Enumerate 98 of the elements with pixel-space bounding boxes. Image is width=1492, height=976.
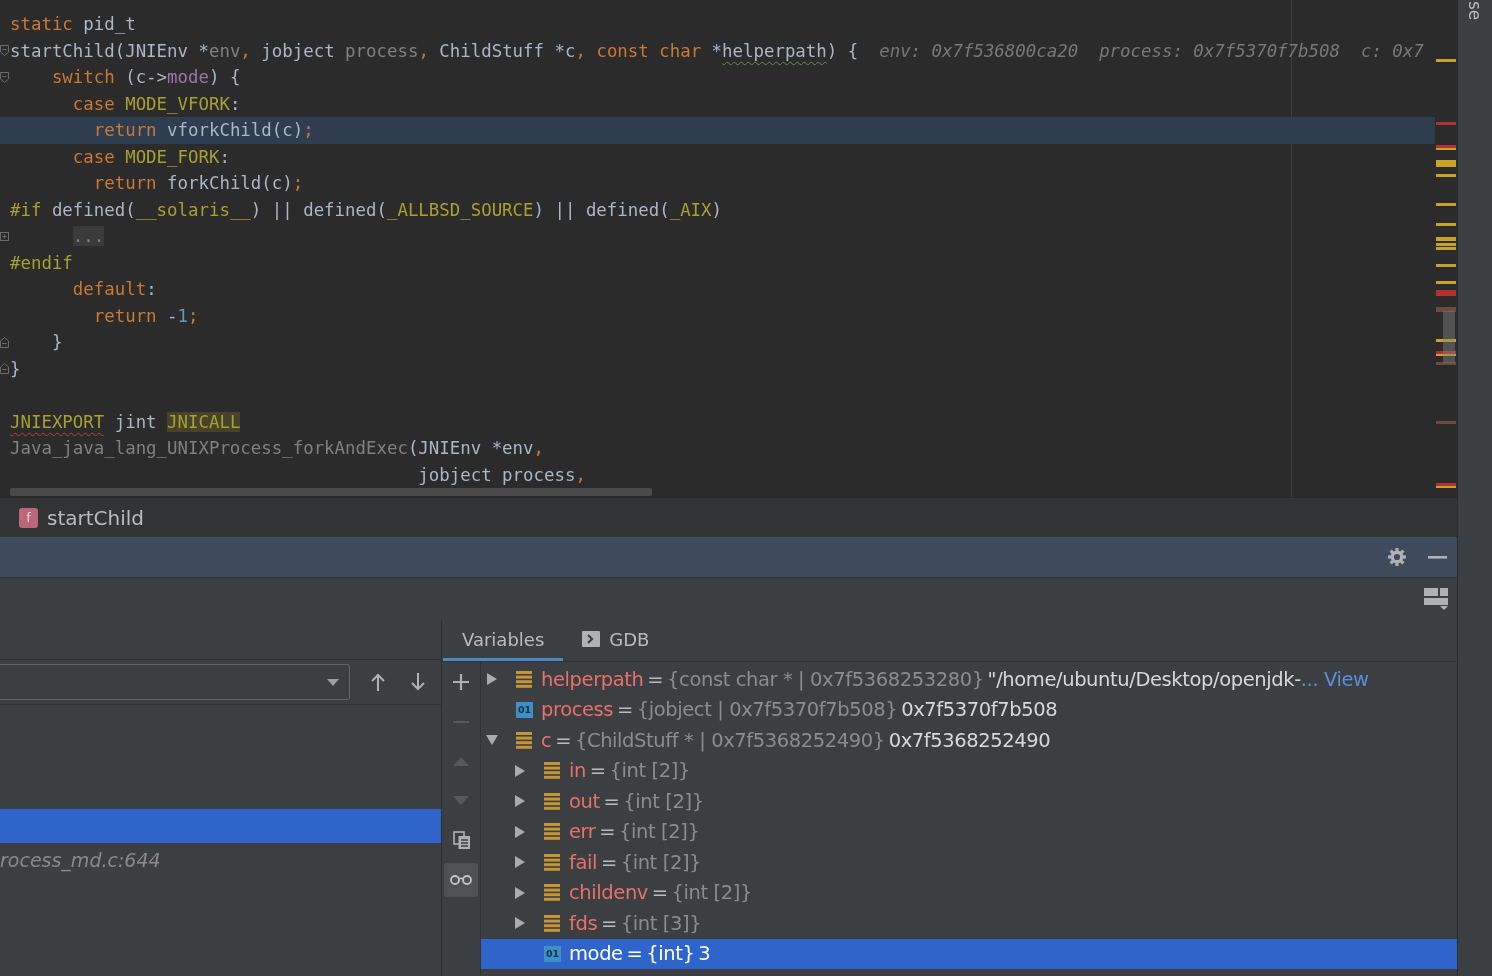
frame-row[interactable]: rocess_md.c:644 (0, 843, 441, 877)
expand-arrow-icon[interactable] (515, 825, 525, 838)
error-stripe-mark[interactable] (1436, 247, 1456, 250)
variable-entry: helperpath = {const char * | 0x7f5368253280} "/home/ubuntu/Desktop/openjdk-... View (541, 667, 1369, 691)
error-stripe-mark[interactable] (1436, 59, 1456, 62)
inline-value-hint: process: 0x7f5370f7b508 (1099, 39, 1340, 62)
show-values-toggle[interactable] (444, 862, 478, 897)
code-line: JNIEXPORT jint JNICALL (10, 410, 241, 433)
inline-value-hint: c: 0x7 (1360, 39, 1424, 62)
up-arrow-icon (370, 673, 386, 691)
error-stripe-mark[interactable] (1436, 237, 1456, 241)
stacked-bars-icon (544, 762, 560, 780)
expand-arrow-icon[interactable] (515, 886, 525, 899)
error-stripe-mark[interactable] (1436, 243, 1456, 246)
variable-entry: fds = {int [3]} (569, 911, 702, 935)
variable-entry: out = {int [2]} (569, 789, 704, 813)
function-badge: f (19, 507, 38, 528)
plus-icon (453, 674, 469, 690)
code-line: Java_java_lang_UNIXProcess_forkAndExec(JNIEnv *env, (10, 437, 544, 460)
stacked-bars-icon (516, 670, 532, 688)
console-icon (582, 631, 601, 647)
down-arrow-icon (410, 673, 426, 691)
error-stripe-mark[interactable] (1436, 307, 1456, 312)
code-line: default: (71, 278, 157, 301)
up-triangle-icon (453, 756, 469, 766)
code-line: switch (c->mode) { (50, 66, 241, 89)
fold-marker-icon[interactable] (0, 336, 9, 348)
settings-icon[interactable] (1388, 548, 1406, 566)
stacked-bars-icon (544, 914, 560, 932)
variable-entry: fail = {int [2]} (569, 850, 702, 874)
error-stripe-mark[interactable] (1436, 362, 1456, 365)
expand-arrow-icon[interactable] (515, 764, 525, 777)
view-link[interactable]: ... View (1300, 667, 1369, 691)
layout-icon[interactable] (1424, 588, 1448, 610)
panel-tab[interactable]: Variables (443, 620, 564, 661)
code-line: case MODE_FORK: (71, 145, 230, 168)
fold-marker-icon[interactable] (0, 363, 9, 375)
variable-entry: c = {ChildStuff * | 0x7f5368252490} 0x7f5368252490 (541, 728, 1051, 752)
caret-icon (327, 678, 339, 686)
down-triangle-icon (453, 796, 469, 805)
stacked-bars-icon (544, 823, 560, 841)
code-line: static pid_t (10, 13, 136, 36)
code-line: jobject process, (417, 463, 586, 486)
variable-entry: process = {jobject | 0x7f5370f7b508} 0x7f5370f7b508 (541, 698, 1058, 722)
error-stripe-mark[interactable] (1436, 122, 1456, 125)
error-stripe-mark[interactable] (1436, 281, 1456, 284)
fold-marker-icon[interactable] (0, 71, 9, 83)
thread-dropdown[interactable] (0, 664, 350, 700)
stacked-bars-icon (544, 853, 560, 871)
code-line: case MODE_VFORK: (71, 92, 241, 115)
error-stripe-mark[interactable] (1436, 421, 1456, 424)
error-stripe-mark[interactable] (1436, 351, 1456, 354)
code-line: #if defined(__solaris__) || defined(_ALLBSD_SOURCE) || defined(_AIX) (10, 198, 723, 221)
type-badge: 01 (516, 701, 533, 718)
code-line: return vforkChild(c); (92, 119, 314, 142)
tool-window-label[interactable]: se (1465, 1, 1485, 21)
scrollbar-thumb[interactable] (10, 488, 652, 496)
code-line: #endif (10, 251, 73, 274)
code-line: return -1; (92, 304, 199, 327)
expand-arrow-icon[interactable] (487, 673, 497, 686)
selected-variable-row[interactable]: 01 mode = {int} 3 (481, 938, 1457, 969)
variable-entry: childenv = {int [2]} (569, 881, 753, 905)
error-stripe-mark[interactable] (1436, 223, 1456, 226)
code-line: } (50, 331, 63, 354)
error-stripe-mark[interactable] (1436, 145, 1456, 148)
error-stripe-mark[interactable] (1436, 203, 1456, 206)
variable-entry: err = {int [2]} (569, 820, 700, 844)
inline-value-hint: env: 0x7f536800ca20 (879, 39, 1079, 62)
stacked-bars-icon (544, 792, 560, 810)
error-stripe-mark[interactable] (1436, 354, 1456, 356)
copy-icon (452, 831, 470, 849)
expand-arrow-icon[interactable] (515, 856, 525, 869)
stacked-bars-icon (544, 884, 560, 902)
variable-entry: in = {int [2]} (569, 759, 691, 783)
error-stripe-mark[interactable] (1436, 160, 1456, 167)
stacked-bars-icon (516, 731, 532, 749)
fold-marker-icon[interactable] (0, 45, 9, 57)
type-badge: 01 (544, 945, 561, 962)
fold-marker-icon[interactable] (0, 230, 9, 242)
code-line: return forkChild(c); (92, 172, 304, 195)
glasses-icon (450, 874, 472, 885)
error-stripe-mark[interactable] (1436, 174, 1456, 177)
error-stripe-mark[interactable] (1436, 148, 1456, 150)
error-stripe-mark[interactable] (1436, 264, 1456, 267)
variable-entry: mode = {int} 3 (569, 942, 711, 966)
panel-tab[interactable]: GDB (563, 620, 669, 661)
code-line: startChild(JNIEnv *env, jobject process, ChildStuff *c, const char *helperpath) { (10, 39, 859, 62)
error-stripe-mark[interactable] (1436, 339, 1456, 342)
code-line: } (10, 357, 21, 380)
collapse-arrow-icon[interactable] (486, 735, 498, 746)
expand-arrow-icon[interactable] (515, 917, 525, 930)
scrollbar-thumb[interactable] (1443, 311, 1455, 363)
minimize-icon[interactable] (1428, 555, 1447, 559)
breadcrumb-item[interactable]: startChild (47, 505, 145, 530)
error-stripe-mark[interactable] (1436, 483, 1456, 486)
error-stripe-mark[interactable] (1436, 486, 1456, 488)
expand-arrow-icon[interactable] (515, 795, 525, 808)
error-stripe-mark[interactable] (1436, 290, 1456, 296)
